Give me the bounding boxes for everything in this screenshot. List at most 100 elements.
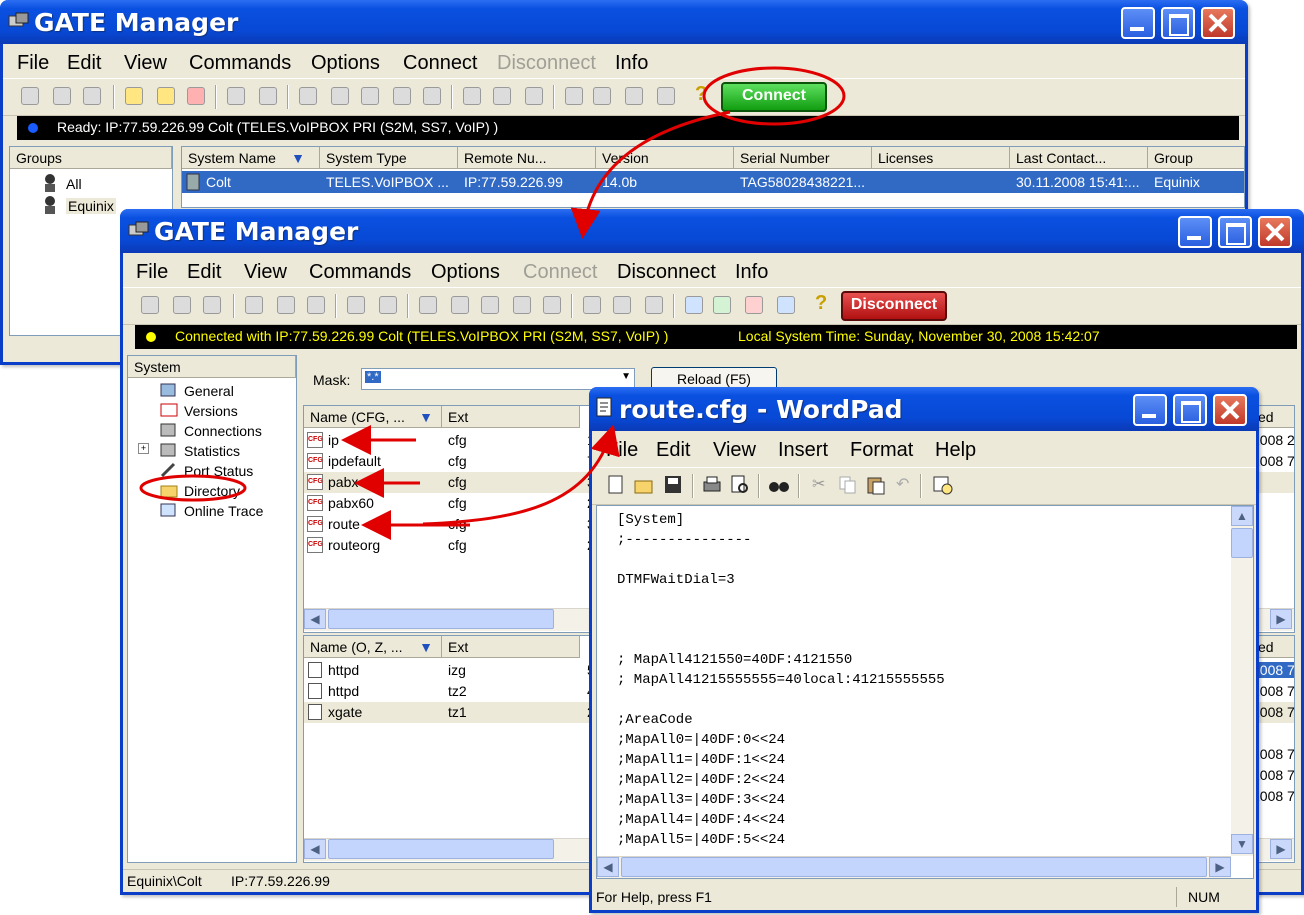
menu-edit[interactable]: Edit: [187, 261, 221, 284]
tool-icon[interactable]: [203, 296, 221, 314]
close-button[interactable]: [1201, 7, 1235, 39]
tool-icon[interactable]: [613, 296, 631, 314]
menu-edit[interactable]: Edit: [656, 439, 690, 462]
menu-insert[interactable]: Insert: [778, 439, 828, 462]
col-system-type[interactable]: System Type: [320, 147, 458, 169]
scroll-right-icon[interactable]: ▶: [1209, 857, 1231, 877]
scroll-up-icon[interactable]: ▲: [1231, 506, 1253, 526]
tool-icon[interactable]: [259, 87, 277, 105]
tool-icon[interactable]: [361, 87, 379, 105]
expand-icon[interactable]: +: [138, 443, 149, 454]
tool-icon[interactable]: [157, 87, 175, 105]
tool-icon[interactable]: [463, 87, 481, 105]
col-name-ozip[interactable]: Name (O, Z, ... ▼: [304, 636, 442, 658]
menu-view[interactable]: View: [124, 52, 167, 75]
tool-icon[interactable]: [331, 87, 349, 105]
menu-file[interactable]: File: [606, 439, 638, 462]
trace-export-icon[interactable]: [777, 296, 795, 314]
table-row[interactable]: Colt TELES.VoIPBOX ... IP:77.59.226.99 1…: [182, 171, 1244, 193]
close-button[interactable]: [1258, 216, 1292, 248]
title-bar[interactable]: GATE Manager: [0, 0, 1248, 44]
col-ext[interactable]: Ext: [442, 636, 580, 658]
tool-icon[interactable]: [227, 87, 245, 105]
col-last-contact[interactable]: Last Contact...: [1010, 147, 1148, 169]
col-ext[interactable]: Ext: [442, 406, 580, 428]
tool-icon[interactable]: [525, 87, 543, 105]
menu-disconnect[interactable]: Disconnect: [617, 261, 716, 284]
trace-add-icon[interactable]: [713, 296, 731, 314]
col-remote-number[interactable]: Remote Nu...: [458, 147, 596, 169]
horizontal-scrollbar[interactable]: ◀ ▶: [597, 856, 1231, 878]
tool-icon[interactable]: [299, 87, 317, 105]
scroll-right-icon[interactable]: ▶: [1270, 839, 1292, 859]
disconnect-button[interactable]: Disconnect: [841, 291, 947, 321]
tool-icon[interactable]: [593, 87, 611, 105]
scroll-thumb[interactable]: [328, 609, 554, 629]
col-licenses[interactable]: Licenses: [872, 147, 1010, 169]
tool-icon[interactable]: [513, 296, 531, 314]
menu-options[interactable]: Options: [431, 261, 500, 284]
menu-view[interactable]: View: [713, 439, 756, 462]
tool-icon[interactable]: [379, 296, 397, 314]
tool-icon[interactable]: [625, 87, 643, 105]
tool-icon[interactable]: [277, 296, 295, 314]
tool-icon[interactable]: [451, 296, 469, 314]
tool-icon[interactable]: [173, 296, 191, 314]
menu-info[interactable]: Info: [615, 52, 648, 75]
tool-icon[interactable]: [141, 296, 159, 314]
close-button[interactable]: [1213, 394, 1247, 426]
tool-icon[interactable]: [493, 87, 511, 105]
help-icon[interactable]: ?: [815, 292, 827, 315]
scroll-right-icon[interactable]: ▶: [1270, 609, 1292, 629]
paste-icon[interactable]: [866, 475, 886, 495]
help-icon[interactable]: ?: [695, 83, 707, 106]
scroll-left-icon[interactable]: ◀: [597, 857, 619, 877]
trace-icon[interactable]: [685, 296, 703, 314]
maximize-button[interactable]: [1218, 216, 1252, 248]
tool-icon[interactable]: [657, 87, 675, 105]
tool-icon[interactable]: [83, 87, 101, 105]
menu-view[interactable]: View: [244, 261, 287, 284]
col-name-cfg[interactable]: Name (CFG, ... ▼: [304, 406, 442, 428]
tool-icon[interactable]: [565, 87, 583, 105]
tool-icon[interactable]: [419, 296, 437, 314]
col-serial-number[interactable]: Serial Number: [734, 147, 872, 169]
maximize-button[interactable]: [1161, 7, 1195, 39]
scroll-down-icon[interactable]: ▼: [1231, 834, 1253, 854]
tool-icon[interactable]: [543, 296, 561, 314]
print-icon[interactable]: [702, 475, 722, 495]
tree-connections[interactable]: Connections: [184, 423, 262, 439]
scroll-thumb[interactable]: [1231, 528, 1253, 558]
tool-icon[interactable]: [307, 296, 325, 314]
tree-general[interactable]: General: [184, 383, 234, 399]
scroll-left-icon[interactable]: ◀: [304, 839, 326, 859]
tool-icon[interactable]: [347, 296, 365, 314]
tool-icon[interactable]: [481, 296, 499, 314]
print-preview-icon[interactable]: [730, 475, 750, 495]
tool-icon[interactable]: [21, 87, 39, 105]
date-time-icon[interactable]: [932, 475, 954, 495]
tree-versions[interactable]: Versions: [184, 403, 238, 419]
menu-options[interactable]: Options: [311, 52, 380, 75]
minimize-button[interactable]: [1178, 216, 1212, 248]
tree-port-status[interactable]: Port Status: [184, 463, 253, 479]
col-group[interactable]: Group: [1148, 147, 1244, 169]
tool-icon[interactable]: [645, 296, 663, 314]
menu-commands[interactable]: Commands: [189, 52, 291, 75]
group-all[interactable]: All: [66, 176, 82, 192]
tool-icon[interactable]: [393, 87, 411, 105]
menu-file[interactable]: File: [136, 261, 168, 284]
find-icon[interactable]: [768, 475, 790, 495]
tool-icon[interactable]: [423, 87, 441, 105]
menu-info[interactable]: Info: [735, 261, 768, 284]
tree-online-trace[interactable]: Online Trace: [184, 503, 263, 519]
tool-icon[interactable]: [125, 87, 143, 105]
menu-help[interactable]: Help: [935, 439, 976, 462]
scroll-left-icon[interactable]: ◀: [304, 609, 326, 629]
new-document-icon[interactable]: [608, 475, 624, 495]
tool-icon[interactable]: [245, 296, 263, 314]
vertical-scrollbar[interactable]: ▲ ▼: [1231, 506, 1253, 856]
menu-commands[interactable]: Commands: [309, 261, 411, 284]
tool-icon[interactable]: [583, 296, 601, 314]
tool-icon[interactable]: [53, 87, 71, 105]
